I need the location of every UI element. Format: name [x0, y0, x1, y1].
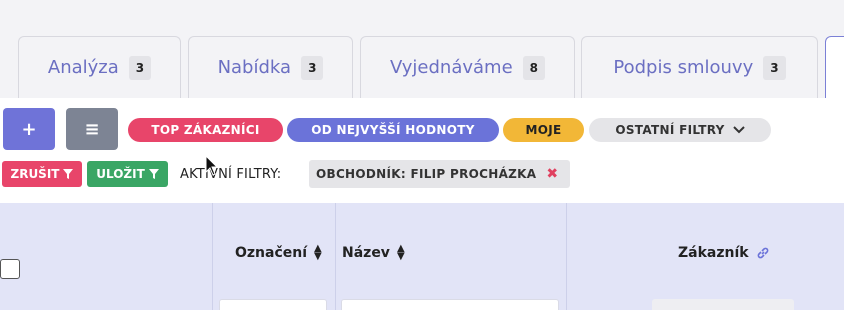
select-all-checkbox[interactable]	[0, 259, 20, 279]
zakaznik-filter-select[interactable]	[652, 299, 794, 310]
column-header-label: Název	[342, 245, 390, 261]
tab-next-partial[interactable]	[825, 36, 844, 98]
save-label: ULOŽIT	[96, 167, 145, 181]
table-header: Označení ▲ ▼ Název ▲ ▼ Zákazník	[0, 203, 844, 310]
tab-bar: Analýza 3 Nabídka 3 Vyjednáváme 8 Podpis…	[0, 0, 844, 98]
menu-button[interactable]: ≡	[66, 108, 118, 150]
link-icon[interactable]	[756, 246, 770, 260]
filter-highest-value[interactable]: OD NEJVYŠŠÍ HODNOTY	[287, 118, 499, 142]
tab-vyjednavame[interactable]: Vyjednáváme 8	[360, 36, 575, 98]
tab-count-badge: 3	[128, 55, 152, 80]
tab-label: Nabídka	[217, 57, 292, 78]
column-divider	[212, 203, 213, 310]
column-header-zakaznik[interactable]: Zákazník	[678, 245, 770, 261]
column-header-nazev[interactable]: Název ▲ ▼	[342, 244, 405, 262]
tab-count-badge: 3	[763, 55, 786, 80]
oznaceni-filter-input[interactable]	[219, 299, 327, 310]
active-filter-chip-label: OBCHODNÍK: FILIP PROCHÁZKA	[316, 167, 537, 181]
chevron-down-icon	[732, 126, 745, 134]
sort-icon[interactable]: ▲ ▼	[314, 244, 322, 262]
column-header-label: Označení	[235, 245, 308, 261]
active-filter-chip: OBCHODNÍK: FILIP PROCHÁZKA ✖	[309, 160, 570, 188]
tab-analyza[interactable]: Analýza 3	[18, 36, 181, 98]
sort-icon[interactable]: ▲ ▼	[397, 244, 405, 262]
filter-other-dropdown[interactable]: OSTATNÍ FILTRY	[589, 118, 771, 142]
filter-icon	[63, 169, 74, 179]
active-filters-label: AKTIVNÍ FILTRY:	[180, 167, 282, 182]
cancel-filter-button[interactable]: ZRUŠIT	[2, 161, 82, 187]
tab-label: Vyjednáváme	[389, 57, 513, 78]
tab-nabidka[interactable]: Nabídka 3	[188, 36, 353, 98]
remove-filter-icon[interactable]: ✖	[546, 166, 558, 182]
tab-count-badge: 3	[301, 55, 324, 80]
column-header-oznaceni[interactable]: Označení ▲ ▼	[235, 244, 322, 262]
cancel-label: ZRUŠIT	[10, 167, 60, 181]
filter-mine[interactable]: MOJE	[503, 118, 584, 142]
tab-label: Podpis smlouvy	[613, 57, 754, 78]
column-divider	[335, 203, 336, 310]
tab-label: Analýza	[47, 57, 119, 78]
filter-toolbar: + ≡ TOP ZÁKAZNÍCI OD NEJVYŠŠÍ HODNOTY MO…	[0, 98, 844, 203]
mouse-cursor-icon	[205, 155, 219, 176]
column-divider	[566, 203, 567, 310]
filter-other-label: OSTATNÍ FILTRY	[615, 123, 725, 137]
add-button[interactable]: +	[3, 108, 55, 150]
filter-icon	[148, 169, 159, 179]
tab-podpis-smlouvy[interactable]: Podpis smlouvy 3	[581, 36, 818, 98]
column-header-label: Zákazník	[678, 245, 749, 261]
tab-count-badge: 8	[522, 55, 546, 80]
save-filter-button[interactable]: ULOŽIT	[87, 161, 168, 187]
filter-top-customers[interactable]: TOP ZÁKAZNÍCI	[128, 118, 283, 142]
nazev-filter-input[interactable]	[341, 299, 559, 310]
